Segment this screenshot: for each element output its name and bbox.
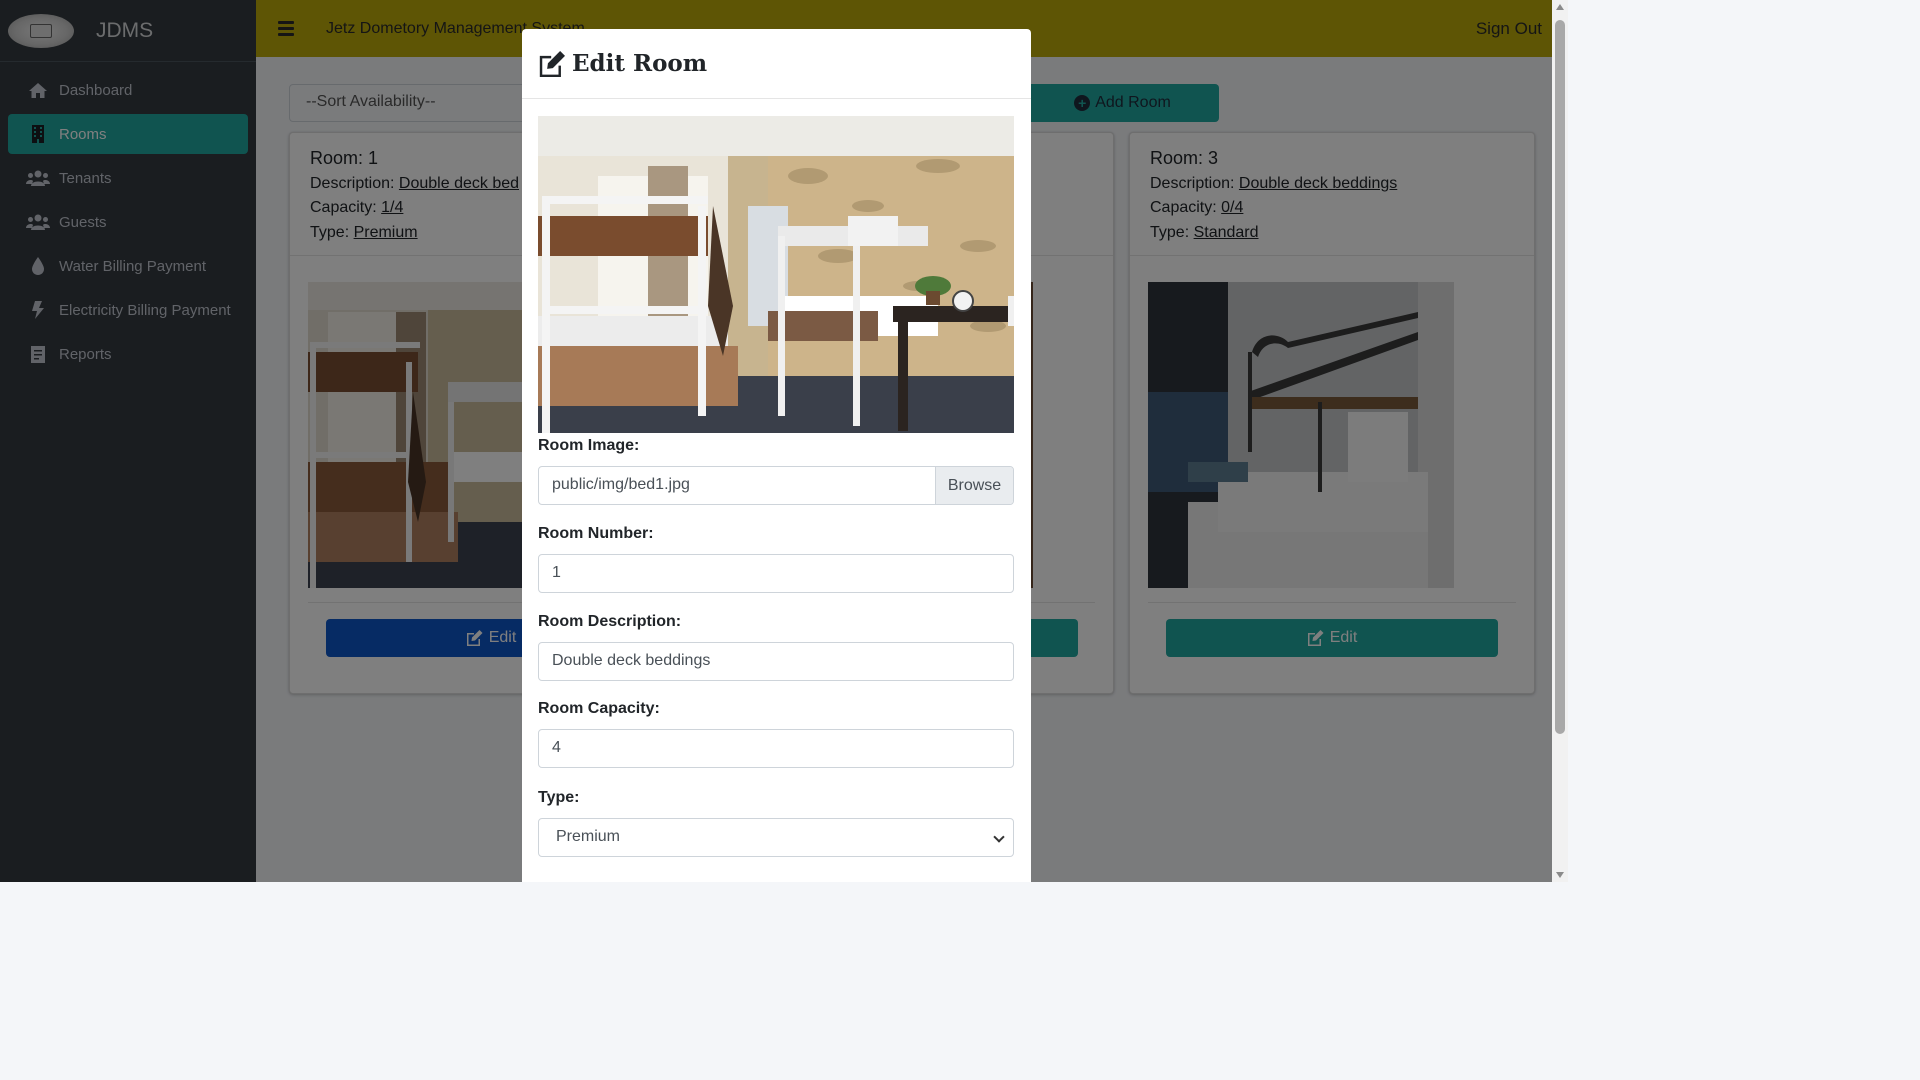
scroll-down-arrow-icon[interactable] [1556,872,1564,878]
type-label: Type: [538,789,580,806]
room-image-file-input[interactable]: public/img/bed1.jpg Browse [538,466,1014,505]
room-capacity-input[interactable]: 4 [538,729,1014,768]
edit-icon [539,50,565,77]
room-image-preview [538,116,1014,433]
room-capacity-label: Room Capacity: [538,700,660,717]
browse-button[interactable]: Browse [935,467,1013,504]
type-select-value: Premium [556,828,621,845]
modal-header: Edit Room [522,29,1031,99]
room-number-input[interactable]: 1 [538,554,1014,593]
room-image-label: Room Image: [538,437,640,454]
modal-title: Edit Room [572,50,708,77]
chevron-down-icon [993,831,1005,843]
room-description-input[interactable]: Double deck beddings [538,642,1014,681]
edit-room-modal: Edit Room Room Image: public/img/bed1.jp… [522,29,1031,882]
scrollbar-thumb[interactable] [1555,20,1565,734]
room-number-label: Room Number: [538,525,654,542]
page-scrollbar[interactable] [1552,0,1568,882]
room-image-filename: public/img/bed1.jpg [552,476,690,493]
room-description-label: Room Description: [538,613,682,630]
type-select[interactable]: Premium [538,818,1014,857]
scroll-up-arrow-icon[interactable] [1556,4,1564,10]
